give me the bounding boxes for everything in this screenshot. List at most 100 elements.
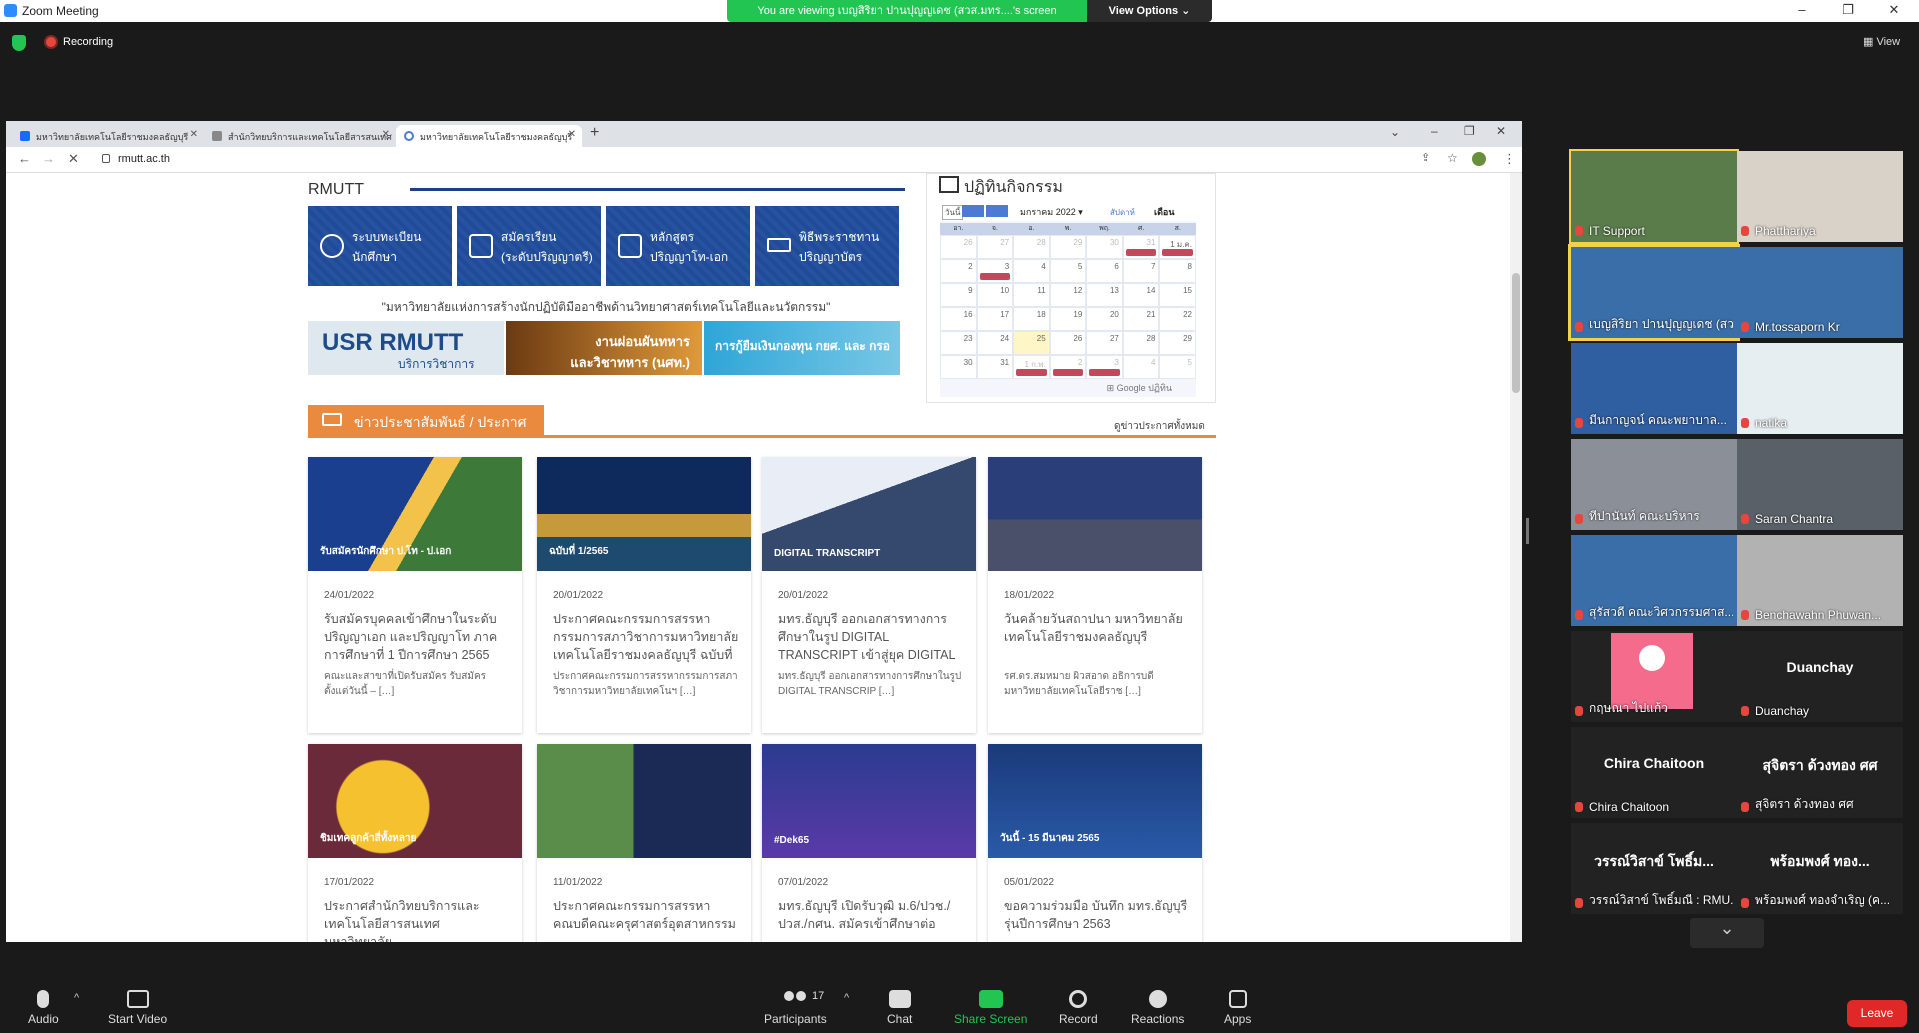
registration-system-button[interactable]: ระบบทะเบียน นักศึกษา bbox=[308, 206, 452, 286]
news-thumbnail[interactable] bbox=[537, 744, 751, 858]
news-card[interactable]: 18/01/2022 วันคล้ายวันสถาปนา มหาวิทยาลัยเ… bbox=[988, 457, 1202, 733]
news-thumbnail[interactable]: ฉบับที่ 1/2565 bbox=[537, 457, 751, 571]
tab-search-icon[interactable]: ⌄ bbox=[1390, 125, 1400, 139]
browser-minimize-icon[interactable]: – bbox=[1431, 124, 1438, 138]
close-icon[interactable]: ✕ bbox=[1879, 2, 1909, 20]
calendar-day-cell[interactable]: 26 bbox=[1049, 331, 1087, 355]
close-tab-icon[interactable]: ✕ bbox=[382, 129, 390, 140]
news-card[interactable]: รับสมัครนักศึกษา ป.โท - ป.เอก 24/01/2022 ร… bbox=[308, 457, 522, 733]
page-scrollbar[interactable] bbox=[1510, 173, 1522, 942]
calendar-day-cell[interactable]: 28 bbox=[1122, 331, 1160, 355]
participant-tile[interactable]: ทีปานันท์ คณะบริหาร bbox=[1571, 439, 1737, 530]
participant-tile[interactable]: มีนกาญจน์ คณะพยาบาล... bbox=[1571, 343, 1737, 434]
calendar-day-cell[interactable]: 22 bbox=[1159, 307, 1196, 331]
calendar-day-cell[interactable]: 8 bbox=[1159, 259, 1196, 283]
calendar-day-cell[interactable]: 7 bbox=[1122, 259, 1160, 283]
calendar-day-cell[interactable]: 1 ก.พ. bbox=[1013, 355, 1050, 379]
security-shield-icon[interactable] bbox=[12, 35, 26, 51]
calendar-day-cell[interactable]: 26 bbox=[940, 235, 977, 259]
month-selector[interactable]: มกราคม 2022 ▾ bbox=[1020, 205, 1083, 219]
record-button[interactable]: Record bbox=[1059, 990, 1098, 1026]
calendar-event-chip[interactable] bbox=[1162, 249, 1193, 256]
calendar-day-cell[interactable]: 21 bbox=[1122, 307, 1160, 331]
google-calendar-embed[interactable]: วันนี้ มกราคม 2022 ▾ สัปดาห์ เดือน อา. จ.… bbox=[940, 203, 1196, 397]
next-month-icon[interactable] bbox=[986, 205, 1008, 217]
participants-caret-icon[interactable]: ^ bbox=[844, 992, 849, 1004]
browser-tab-1[interactable]: มหาวิทยาลัยเทคโนโลยีราชมงคลธัญบุรี ✕ bbox=[12, 125, 204, 147]
calendar-event-chip[interactable] bbox=[1016, 369, 1047, 376]
close-tab-icon[interactable]: ✕ bbox=[568, 129, 576, 140]
calendar-day-cell[interactable]: 12 bbox=[1049, 283, 1087, 307]
calendar-day-cell[interactable]: 4 bbox=[1013, 259, 1050, 283]
calendar-day-cell[interactable]: 5 bbox=[1049, 259, 1087, 283]
participant-tile[interactable]: Saran Chantra bbox=[1737, 439, 1903, 530]
calendar-day-cell[interactable]: 31 bbox=[976, 355, 1014, 379]
news-title[interactable]: ประกาศคณะกรรมการสรรหาคณบดีคณะครุศาสตร์อุ… bbox=[553, 897, 739, 933]
all-news-link[interactable]: ดูข่าวประกาศทั้งหมด bbox=[1114, 419, 1205, 434]
lock-icon[interactable] bbox=[102, 154, 110, 163]
student-loan-banner[interactable]: การกู้ยืมเงินกองทุน กยศ. และ กรอ bbox=[704, 321, 900, 375]
news-title[interactable]: วันคล้ายวันสถาปนา มหาวิทยาลัยเทคโนโลยีรา… bbox=[1004, 610, 1190, 646]
bookmark-star-icon[interactable]: ☆ bbox=[1447, 151, 1458, 165]
participant-tile[interactable]: สุจิตรา ด้วงทอง ศศ สุจิตรา ด้วงทอง ศศ bbox=[1737, 727, 1903, 818]
participant-tile[interactable]: สุรัสวดี คณะวิศวกรรมศาส... bbox=[1571, 535, 1737, 626]
participant-tile[interactable]: Phatthariya bbox=[1737, 151, 1903, 242]
recording-label[interactable]: Recording bbox=[63, 36, 113, 48]
usr-rmutt-banner[interactable]: USR RMUTT บริการวิชาการ bbox=[308, 321, 504, 375]
calendar-event-chip[interactable] bbox=[979, 273, 1011, 280]
calendar-day-cell[interactable]: 23 bbox=[940, 331, 977, 355]
browser-close-icon[interactable]: ✕ bbox=[1496, 124, 1506, 138]
calendar-day-cell[interactable]: 24 bbox=[976, 331, 1014, 355]
participant-tile[interactable]: Benchawahn Phuwan... bbox=[1737, 535, 1903, 626]
graduation-ceremony-button[interactable]: พิธีพระราชทาน ปริญญาบัตร bbox=[755, 206, 899, 286]
news-card[interactable]: ฉบับที่ 1/2565 20/01/2022 ประกาศคณะกรรมการ… bbox=[537, 457, 751, 733]
participant-tile[interactable]: IT Support bbox=[1569, 149, 1739, 244]
participant-tile[interactable]: natika bbox=[1737, 343, 1903, 434]
news-thumbnail[interactable]: DIGITAL TRANSCRIPT bbox=[762, 457, 976, 571]
participant-tile[interactable]: กฤษณา ไปแก้ว bbox=[1571, 631, 1737, 722]
calendar-day-cell[interactable]: 28 bbox=[1013, 235, 1050, 259]
calendar-day-cell[interactable]: 2 bbox=[1049, 355, 1087, 379]
calendar-day-cell[interactable]: 20 bbox=[1086, 307, 1123, 331]
apply-button[interactable]: สมัครเรียน (ระดับปริญญาตรี) bbox=[457, 206, 601, 286]
military-deferment-banner[interactable]: งานผ่อนผันทหาร และวิชาทหาร (นศท.) bbox=[506, 321, 702, 375]
calendar-day-cell[interactable]: 31 bbox=[1122, 235, 1160, 259]
stop-icon[interactable]: ✕ bbox=[68, 151, 79, 167]
news-card[interactable]: DIGITAL TRANSCRIPT 20/01/2022 มทร.ธัญบุรี … bbox=[762, 457, 976, 733]
participant-tile[interactable]: วรรณ์วิสาข์ โพธิ์ม... วรรณ์วิสาข์ โพธิ์มณ… bbox=[1571, 823, 1737, 914]
participant-tile[interactable]: Chira Chaitoon Chira Chaitoon bbox=[1571, 727, 1737, 818]
calendar-day-cell[interactable]: 29 bbox=[1049, 235, 1087, 259]
audio-options-caret-icon[interactable]: ^ bbox=[74, 992, 79, 1004]
calendar-day-cell[interactable]: 4 bbox=[1122, 355, 1160, 379]
participant-tile[interactable]: Duanchay Duanchay bbox=[1737, 631, 1903, 722]
calendar-day-cell[interactable]: 11 bbox=[1013, 283, 1050, 307]
calendar-day-cell[interactable]: 27 bbox=[1086, 331, 1123, 355]
news-title[interactable]: ขอความร่วมมือ บันทึก มทร.ธัญบุรี รุ่นปีก… bbox=[1004, 897, 1190, 933]
gallery-resize-handle[interactable] bbox=[1526, 518, 1529, 544]
url-field[interactable]: rmutt.ac.th bbox=[118, 153, 170, 165]
calendar-day-cell[interactable]: 3 bbox=[1086, 355, 1123, 379]
back-icon[interactable]: ← bbox=[18, 151, 31, 166]
restore-icon[interactable]: ❐ bbox=[1833, 2, 1863, 20]
week-view-tab[interactable]: สัปดาห์ bbox=[1110, 206, 1135, 219]
browser-tab-3[interactable]: มหาวิทยาลัยเทคโนโลยีราชมงคลธัญบุรี ✕ bbox=[396, 125, 582, 147]
chat-button[interactable]: Chat bbox=[887, 990, 912, 1026]
news-card[interactable]: #Dek65 07/01/2022 มทร.ธัญบุรี เปิดรับวุฒิ … bbox=[762, 744, 976, 942]
month-view-tab[interactable]: เดือน bbox=[1154, 205, 1174, 219]
start-video-button[interactable]: Start Video bbox=[108, 990, 167, 1026]
leave-button[interactable]: Leave bbox=[1847, 1000, 1907, 1027]
new-tab-button[interactable]: + bbox=[590, 124, 599, 142]
browser-tab-2[interactable]: สำนักวิทยบริการและเทคโนโลยีสารสนเทศ ✕ bbox=[204, 125, 396, 147]
calendar-day-cell[interactable]: 9 bbox=[940, 283, 977, 307]
news-title[interactable]: รับสมัครบุคคลเข้าศึกษาในระดับปริญญาเอก แ… bbox=[324, 610, 510, 664]
participant-tile[interactable]: พร้อมพงศ์ ทอง... พร้อมพงศ์ ทองจำเริญ (ค..… bbox=[1737, 823, 1903, 914]
browser-menu-icon[interactable]: ⋮ bbox=[1503, 151, 1516, 167]
prev-month-icon[interactable] bbox=[962, 205, 984, 217]
calendar-day-cell[interactable]: 14 bbox=[1122, 283, 1160, 307]
calendar-event-chip[interactable] bbox=[1089, 369, 1120, 376]
calendar-day-cell[interactable]: 19 bbox=[1049, 307, 1087, 331]
view-button[interactable]: ▦ View bbox=[1863, 35, 1900, 48]
news-title[interactable]: ประกาศคณะกรรมการสรรหากรรมการสภาวิชาการมห… bbox=[553, 610, 739, 664]
calendar-day-cell[interactable]: 6 bbox=[1086, 259, 1123, 283]
calendar-day-cell[interactable]: 5 bbox=[1159, 355, 1196, 379]
